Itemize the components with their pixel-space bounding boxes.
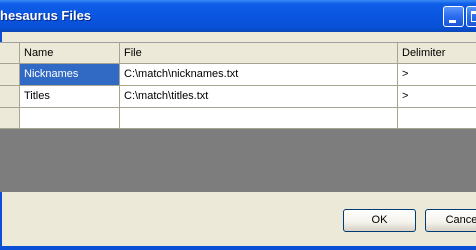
table-row[interactable]: Nicknames C:\match\nicknames.txt > <box>0 64 476 86</box>
delimiter-cell[interactable]: > <box>398 64 476 85</box>
header-row-selector[interactable] <box>0 43 20 63</box>
column-header-name[interactable]: Name <box>20 43 120 63</box>
delimiter-cell[interactable] <box>398 108 476 128</box>
file-cell[interactable]: C:\match\titles.txt <box>120 86 398 107</box>
row-selector[interactable] <box>0 64 20 85</box>
minimize-button[interactable] <box>443 6 464 27</box>
file-cell[interactable] <box>120 108 398 128</box>
column-header-delimiter[interactable]: Delimiter <box>398 43 476 63</box>
row-selector[interactable] <box>0 86 20 107</box>
thesaurus-grid[interactable]: Name File Delimiter Nicknames C:\match\n… <box>0 42 476 192</box>
table-row[interactable]: Titles C:\match\titles.txt > <box>0 86 476 108</box>
cancel-button[interactable]: Cance <box>425 209 476 232</box>
maximize-button[interactable] <box>466 6 476 27</box>
window-frame-bottom <box>0 246 476 250</box>
maximize-icon <box>471 11 476 22</box>
file-cell[interactable]: C:\match\nicknames.txt <box>120 64 398 85</box>
column-header-file[interactable]: File <box>120 43 398 63</box>
ok-button[interactable]: OK <box>343 209 416 232</box>
grid-header: Name File Delimiter <box>0 43 476 64</box>
title-bar[interactable]: hesaurus Files <box>0 0 476 32</box>
delimiter-cell[interactable]: > <box>398 86 476 107</box>
window-title: hesaurus Files <box>0 8 92 23</box>
row-selector[interactable] <box>0 108 20 128</box>
name-cell[interactable]: Titles <box>20 86 120 107</box>
table-row-new[interactable] <box>0 108 476 129</box>
name-cell[interactable] <box>20 108 120 128</box>
name-cell[interactable]: Nicknames <box>20 64 120 85</box>
minimize-icon <box>449 20 456 23</box>
